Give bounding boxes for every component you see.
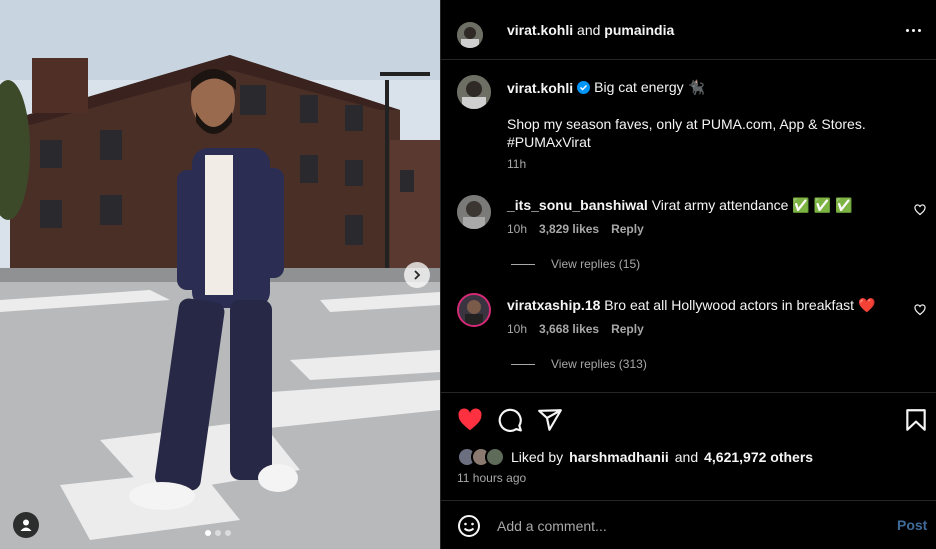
action-bar [441,392,936,444]
post-details-panel: virat.kohli and pumaindia virat.kohli Bi… [440,0,936,549]
carousel-dot-active [205,530,211,536]
header-usernames: virat.kohli and pumaindia [507,22,674,38]
caption-body: Shop my season faves, only at PUMA.com, … [507,115,907,151]
header-joiner: and [577,22,601,38]
liked-by-prefix: Liked by [511,449,564,465]
comment-username[interactable]: viratxaship.18 [507,297,600,313]
user-tag-icon [20,519,32,531]
comment-time: 10h [507,322,528,336]
comment-likes[interactable]: 3,668 likes [539,322,599,336]
likes-summary: Liked by harshmadhanii and 4,621,972 oth… [457,447,813,467]
tagged-users-button[interactable] [13,512,39,538]
more-options-button[interactable] [903,22,923,38]
comment-meta: 10h 3,668 likes Reply [507,322,644,336]
caption-username[interactable]: virat.kohli [507,80,573,96]
post-header: virat.kohli and pumaindia [441,0,936,60]
comment-like-icon[interactable] [914,304,926,316]
verified-icon [577,81,591,94]
comment-avatar[interactable] [457,195,491,229]
avatar [485,447,505,467]
comment-icon[interactable] [497,407,523,433]
caption-headline: virat.kohli Big cat energy 🐈‍⬛ [507,79,705,96]
author-avatar[interactable] [457,22,483,48]
carousel-dot [215,530,221,536]
more-icon [905,28,909,32]
comment-like-icon[interactable] [914,204,926,216]
comment-avatar[interactable] [457,293,491,327]
comment-time: 10h [507,222,528,236]
reply-button[interactable]: Reply [611,222,644,236]
chevron-right-icon [414,270,421,280]
comment-username[interactable]: _its_sonu_banshiwal [507,197,648,213]
post-media[interactable] [0,0,440,549]
comment-text: viratxaship.18 Bro eat all Hollywood act… [507,297,907,314]
collaborator-username[interactable]: pumaindia [604,22,674,38]
add-comment-bar: Post [441,500,936,549]
liked-by-others[interactable]: 4,621,972 others [704,449,813,465]
share-icon[interactable] [537,407,563,433]
view-replies-button[interactable]: View replies (313) [511,357,647,371]
caption-hashtag[interactable]: #PUMAxVirat [507,133,907,151]
author-username[interactable]: virat.kohli [507,22,573,38]
liked-by-user[interactable]: harshmadhanii [569,449,669,465]
post-photo [0,0,440,549]
comment-body: Virat army attendance ✅ ✅ ✅ [651,197,853,213]
bookmark-icon[interactable] [903,407,929,433]
liked-by-avatars[interactable] [457,447,505,467]
heart-icon[interactable] [457,407,483,433]
caption-body-line: Shop my season faves, only at PUMA.com, … [507,116,866,132]
caption-avatar[interactable] [457,75,491,109]
comment-input[interactable] [497,515,867,537]
comment-meta: 10h 3,829 likes Reply [507,222,644,236]
view-replies-label: View replies (15) [551,257,641,271]
liked-by-joiner: and [674,449,699,465]
next-slide-button[interactable] [404,262,430,288]
carousel-indicator [205,530,231,536]
view-replies-label: View replies (313) [551,357,647,371]
post-button[interactable]: Post [897,517,927,533]
comment-likes[interactable]: 3,829 likes [539,222,599,236]
comment-body: Bro eat all Hollywood actors in breakfas… [604,297,876,313]
post-time: 11 hours ago [457,471,527,485]
caption-headline-text: Big cat energy 🐈‍⬛ [594,79,705,95]
reply-button[interactable]: Reply [611,322,644,336]
comment-text: _its_sonu_banshiwal Virat army attendanc… [507,197,907,214]
caption-time: 11h [507,157,527,171]
view-replies-button[interactable]: View replies (15) [511,257,640,271]
emoji-icon[interactable] [457,514,481,538]
carousel-dot [225,530,231,536]
